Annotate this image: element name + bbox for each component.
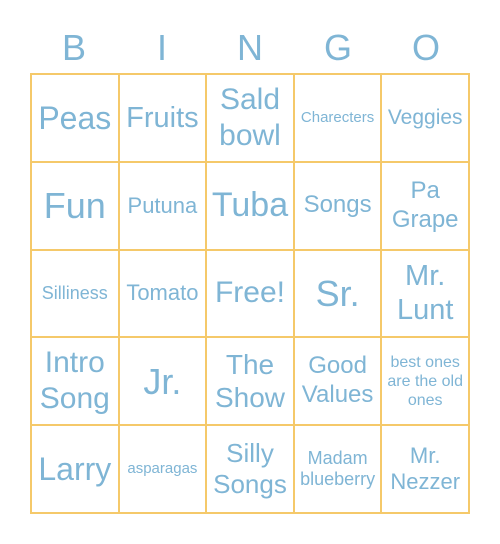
bingo-cell[interactable]: Songs xyxy=(293,161,382,250)
cell-text: Fun xyxy=(43,185,106,227)
cell-text: Free! xyxy=(214,276,285,310)
bingo-cell[interactable]: Mr. Lunt xyxy=(381,249,469,338)
bingo-cell[interactable]: Sr. xyxy=(293,249,382,338)
bingo-cell[interactable]: Mr. Nezzer xyxy=(381,425,469,513)
bingo-cell[interactable]: best ones are the old ones xyxy=(381,337,469,426)
bingo-cell[interactable]: asparagas xyxy=(118,425,207,513)
header-letter-b: B xyxy=(61,27,86,68)
cell-text: Veggies xyxy=(387,106,463,130)
bingo-cell[interactable]: Sald bowl xyxy=(206,74,294,162)
cell-text: Good Values xyxy=(301,352,374,409)
bingo-cell[interactable]: Pa Grape xyxy=(381,161,469,250)
header-letter-i: I xyxy=(156,27,167,68)
cell-text: Tomato xyxy=(126,280,199,306)
bingo-grid: Peas Fruits Sald bowl Charecters Veggies Fun P… xyxy=(30,73,470,514)
header-letter-o: O xyxy=(411,27,440,68)
bingo-cell[interactable]: Silliness xyxy=(31,249,119,338)
bingo-cell[interactable]: Putuna xyxy=(118,161,207,250)
bingo-cell[interactable]: Madam blueberry xyxy=(293,425,382,513)
bingo-cell[interactable]: Free! xyxy=(206,249,294,338)
cell-text: Peas xyxy=(38,99,112,136)
cell-text: Pa Grape xyxy=(391,176,459,233)
cell-text: Mr. Nezzer xyxy=(390,442,461,495)
cell-text: Putuna xyxy=(127,192,198,218)
bingo-cell[interactable]: Charecters xyxy=(293,74,382,162)
bingo-cell[interactable]: Good Values xyxy=(293,337,382,426)
header-letter-g: G xyxy=(323,27,352,68)
cell-text: Tuba xyxy=(211,186,289,225)
bingo-cell[interactable]: Veggies xyxy=(381,74,469,162)
bingo-cell[interactable]: Fun xyxy=(31,161,119,250)
cell-text: Silly Songs xyxy=(213,437,287,500)
cell-text: Charecters xyxy=(300,108,375,126)
cell-text: Intro Song xyxy=(39,346,110,416)
cell-text: asparagas xyxy=(127,460,198,478)
bingo-header: BINGO xyxy=(30,28,470,68)
header-letter-n: N xyxy=(237,27,263,68)
bingo-cell[interactable]: Peas xyxy=(31,74,119,162)
bingo-cell[interactable]: Intro Song xyxy=(31,337,119,426)
cell-text: Silliness xyxy=(41,282,108,303)
bingo-cell[interactable]: Tuba xyxy=(206,161,294,250)
cell-text: Madam blueberry xyxy=(300,447,376,490)
cell-text: Songs xyxy=(303,191,372,219)
bingo-cell[interactable]: The Show xyxy=(206,337,294,426)
cell-text: Larry xyxy=(38,450,112,487)
cell-text: The Show xyxy=(214,348,286,414)
bingo-cell[interactable]: Silly Songs xyxy=(206,425,294,513)
cell-text: Sald bowl xyxy=(219,82,281,152)
bingo-cell[interactable]: Tomato xyxy=(118,249,207,338)
cell-text: Mr. Lunt xyxy=(396,259,454,327)
cell-text: Fruits xyxy=(126,101,199,134)
bingo-cell[interactable]: Jr. xyxy=(118,337,207,426)
cell-text: Sr. xyxy=(315,272,360,314)
cell-text: Jr. xyxy=(143,360,182,402)
bingo-cell[interactable]: Fruits xyxy=(118,74,207,162)
cell-text: best ones are the old ones xyxy=(387,353,463,409)
bingo-cell[interactable]: Larry xyxy=(31,425,119,513)
